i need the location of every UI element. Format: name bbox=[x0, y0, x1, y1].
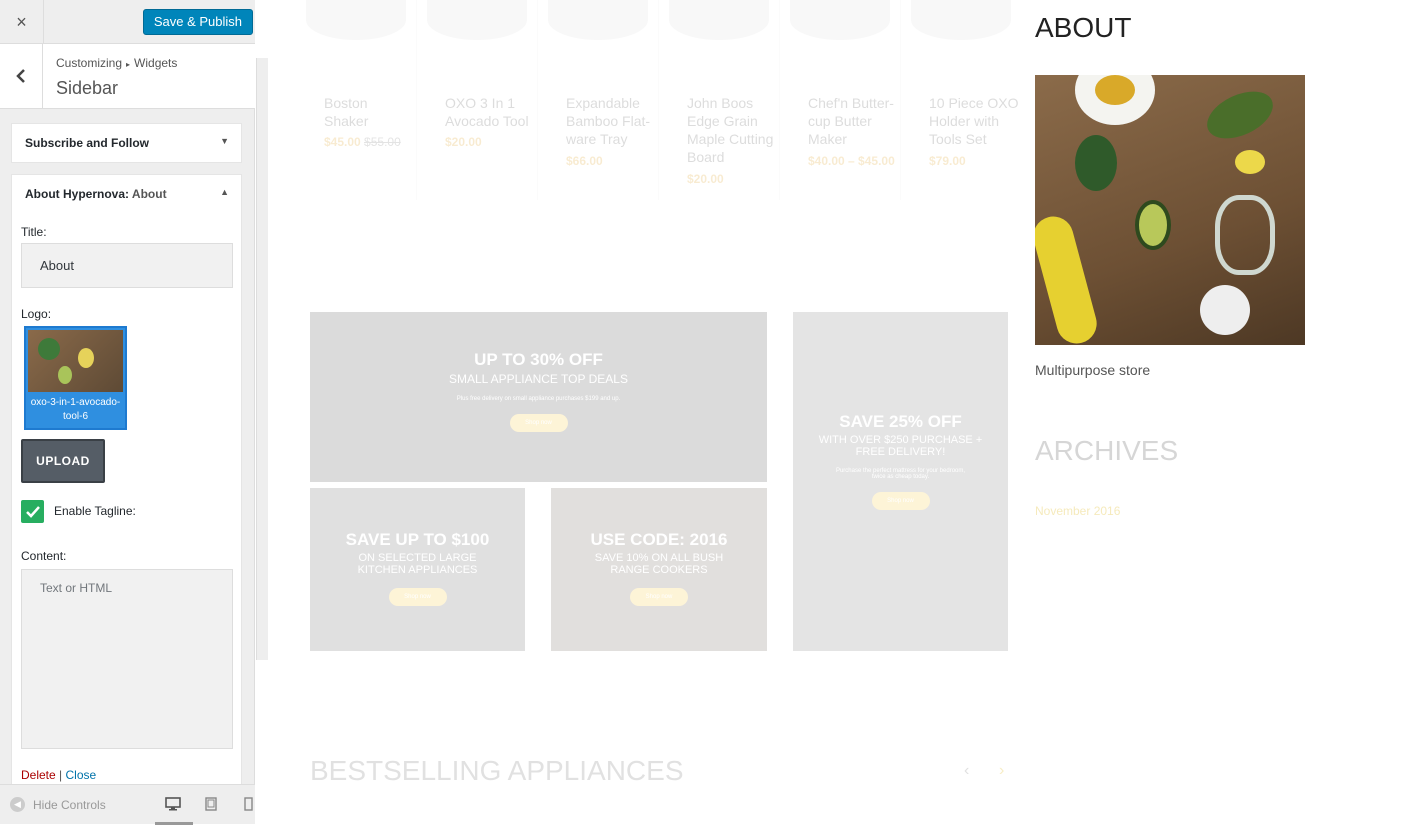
widget-actions: Delete | Close bbox=[21, 768, 96, 782]
about-widget-form: Title: About Logo: oxo-3-in-1-avocado-to… bbox=[11, 213, 242, 784]
product-card[interactable]: John Boos Edge Grain Maple Cutting Board… bbox=[659, 0, 780, 200]
close-icon: × bbox=[16, 11, 27, 32]
product-card[interactable]: Chef'n Butter-cup Butter Maker $40.00 – … bbox=[780, 0, 901, 200]
chevron-right-icon[interactable]: › bbox=[999, 762, 1004, 780]
banner-subheadline: WITH OVER $250 PURCHASE + FREE DELIVERY! bbox=[818, 434, 983, 458]
banner-subheadline: SMALL APPLIANCE TOP DEALS bbox=[449, 372, 628, 386]
banner-headline: UP TO 30% OFF bbox=[474, 350, 603, 369]
link-separator: | bbox=[59, 768, 63, 782]
widget-title: About Hypernova: bbox=[25, 187, 132, 201]
product-price: $66.00 bbox=[566, 154, 603, 168]
checkmark-icon bbox=[25, 505, 40, 518]
widget-title: Subscribe and Follow bbox=[25, 136, 150, 150]
site-preview: Boston Shaker $45.00 $55.00 OXO 3 In 1 A… bbox=[269, 0, 1411, 824]
widget-toggle-icon[interactable]: ▲ bbox=[220, 187, 229, 197]
title-input[interactable]: About bbox=[21, 243, 233, 288]
product-image bbox=[669, 0, 769, 40]
banner-text: Purchase the perfect mattress for your b… bbox=[835, 468, 966, 480]
logo-label: Logo: bbox=[21, 307, 52, 321]
enable-tagline-checkbox[interactable] bbox=[21, 500, 44, 523]
section-title: Sidebar bbox=[56, 78, 119, 98]
widget-subtitle: About bbox=[131, 187, 167, 201]
save-publish-button[interactable]: Save & Publish bbox=[142, 9, 253, 35]
chevron-left-icon bbox=[16, 69, 25, 83]
logo-filename: oxo-3-in-1-avocado-tool-6 bbox=[30, 397, 121, 422]
title-label: Title: bbox=[21, 225, 47, 239]
desktop-preview-icon[interactable] bbox=[165, 797, 181, 814]
banner-text: Plus free delivery on small appliance pu… bbox=[456, 396, 621, 402]
archives-link[interactable]: November 2016 bbox=[1035, 504, 1120, 518]
breadcrumb-child: Widgets bbox=[134, 56, 178, 70]
content-textarea[interactable]: Text or HTML bbox=[21, 569, 233, 749]
logo-thumbnail[interactable]: oxo-3-in-1-avocado-tool-6 bbox=[24, 326, 127, 430]
about-logo-image bbox=[1035, 75, 1305, 345]
customizer-scrollbar[interactable] bbox=[256, 58, 268, 660]
breadcrumb: Customizing ▸ Widgets bbox=[56, 56, 177, 70]
banner-subheadline: SAVE 10% ON ALL BUSH RANGE COOKERS bbox=[594, 552, 724, 576]
chevron-left-icon[interactable]: ‹ bbox=[964, 762, 969, 780]
archives-title: ARCHIVES bbox=[1035, 435, 1179, 466]
product-image bbox=[911, 0, 1011, 40]
product-price: $45.00 $55.00 bbox=[324, 135, 401, 149]
back-button[interactable] bbox=[0, 44, 43, 108]
content-label: Content: bbox=[21, 549, 67, 563]
product-card[interactable]: 10 Piece OXO Holder with Tools Set $79.0… bbox=[901, 0, 1022, 200]
product-card[interactable]: Expandable Bamboo Flat-ware Tray $66.00 bbox=[538, 0, 659, 200]
product-price: $20.00 bbox=[687, 172, 724, 186]
tablet-preview-icon[interactable] bbox=[205, 797, 217, 814]
product-price: $20.00 bbox=[445, 135, 482, 149]
product-card[interactable]: OXO 3 In 1 Avocado Tool $20.00 bbox=[417, 0, 538, 200]
product-name[interactable]: OXO 3 In 1 Avocado Tool bbox=[445, 94, 535, 130]
customizer-footer: ◀ Hide Controls bbox=[0, 784, 255, 825]
widget-about-hypernova[interactable]: About Hypernova: About ▲ bbox=[11, 174, 242, 214]
mobile-preview-icon[interactable] bbox=[244, 797, 253, 814]
banner-headline: USE CODE: 2016 bbox=[590, 530, 728, 549]
promo-banner[interactable]: SAVE 25% OFF WITH OVER $250 PURCHASE + F… bbox=[793, 312, 1008, 651]
customizer-topbar: × Save & Publish bbox=[0, 0, 255, 44]
promo-banner[interactable]: UP TO 30% OFF SMALL APPLIANCE TOP DEALS … bbox=[310, 312, 767, 482]
customizer-panel: × Save & Publish Customizing ▸ Widgets Sid… bbox=[0, 0, 255, 825]
product-price: $79.00 bbox=[929, 154, 966, 168]
product-image bbox=[427, 0, 527, 40]
banner-headline: SAVE UP TO $100 bbox=[345, 530, 490, 549]
product-name[interactable]: Boston Shaker bbox=[324, 94, 414, 130]
promo-banner[interactable]: SAVE UP TO $100 ON SELECTED LARGE KITCHE… bbox=[310, 488, 525, 651]
breadcrumb-separator: ▸ bbox=[126, 60, 131, 69]
banner-subheadline: ON SELECTED LARGE KITCHEN APPLIANCES bbox=[357, 552, 478, 576]
product-price: $40.00 – $45.00 bbox=[808, 154, 895, 168]
shop-now-button[interactable]: Shop now bbox=[630, 588, 688, 606]
enable-tagline-label: Enable Tagline: bbox=[54, 504, 136, 518]
bestselling-heading: BESTSELLING APPLIANCES bbox=[310, 755, 684, 786]
about-tagline: Multipurpose store bbox=[1035, 362, 1151, 378]
widgets-pane: Subscribe and Follow ▼ About Hypernova: … bbox=[0, 110, 255, 784]
shop-now-button[interactable]: Shop now bbox=[871, 492, 930, 510]
close-customizer-button[interactable]: × bbox=[0, 0, 44, 44]
close-link[interactable]: Close bbox=[66, 768, 97, 782]
shop-now-button[interactable]: Shop now bbox=[388, 588, 447, 606]
promo-banner[interactable]: USE CODE: 2016 SAVE 10% ON ALL BUSH RANG… bbox=[551, 488, 767, 651]
product-card[interactable]: Boston Shaker $45.00 $55.00 bbox=[296, 0, 417, 200]
delete-link[interactable]: Delete bbox=[21, 768, 56, 782]
logo-image bbox=[28, 330, 123, 392]
hide-controls-label: Hide Controls bbox=[33, 797, 106, 812]
product-name[interactable]: 10 Piece OXO Holder with Tools Set bbox=[929, 94, 1019, 148]
product-name[interactable]: John Boos Edge Grain Maple Cutting Board bbox=[687, 94, 777, 166]
breadcrumb-parent: Customizing bbox=[56, 56, 123, 70]
about-widget-title: ABOUT bbox=[1035, 12, 1132, 43]
collapse-icon: ◀ bbox=[10, 797, 25, 812]
banner-headline: SAVE 25% OFF bbox=[839, 412, 962, 431]
product-image bbox=[548, 0, 648, 40]
hide-controls-button[interactable]: ◀ Hide Controls bbox=[10, 797, 106, 812]
product-image bbox=[306, 0, 406, 40]
product-name[interactable]: Expandable Bamboo Flat-ware Tray bbox=[566, 94, 656, 148]
product-image bbox=[790, 0, 890, 40]
shop-now-button[interactable]: Shop now bbox=[509, 414, 568, 432]
section-header: Customizing ▸ Widgets Sidebar bbox=[0, 44, 255, 109]
product-name[interactable]: Chef'n Butter-cup Butter Maker bbox=[808, 94, 898, 148]
widget-subscribe-follow[interactable]: Subscribe and Follow ▼ bbox=[11, 123, 242, 163]
widget-toggle-icon[interactable]: ▼ bbox=[220, 136, 229, 146]
upload-button[interactable]: UPLOAD bbox=[21, 439, 105, 483]
